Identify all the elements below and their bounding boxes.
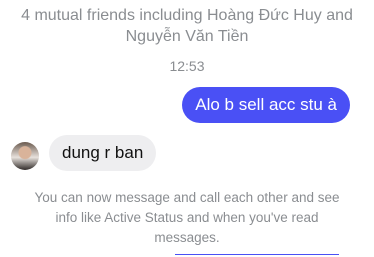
- mutual-friends-line-2: Nguyễn Văn Tiền: [125, 28, 249, 45]
- mutual-friends-line-1: 4 mutual friends including Hoàng Đức Huy…: [21, 7, 353, 24]
- incoming-message-bubble[interactable]: dung r ban: [49, 135, 157, 171]
- connection-notice-line-2: info like Active Status and when you've …: [55, 210, 319, 225]
- outgoing-message-bubble[interactable]: Alo b sell acc stu à: [182, 87, 350, 123]
- mutual-friends-info: 4 mutual friends including Hoàng Đức Huy…: [0, 5, 374, 47]
- chat-thread: 4 mutual friends including Hoàng Đức Huy…: [0, 0, 374, 257]
- input-divider: [175, 254, 339, 255]
- message-timestamp: 12:53: [169, 58, 205, 74]
- connection-notice-line-1: You can now message and call each other …: [34, 190, 340, 205]
- connection-notice-line-3: messages.: [154, 230, 220, 245]
- contact-avatar[interactable]: [11, 142, 39, 170]
- connection-notice: You can now message and call each other …: [20, 188, 354, 248]
